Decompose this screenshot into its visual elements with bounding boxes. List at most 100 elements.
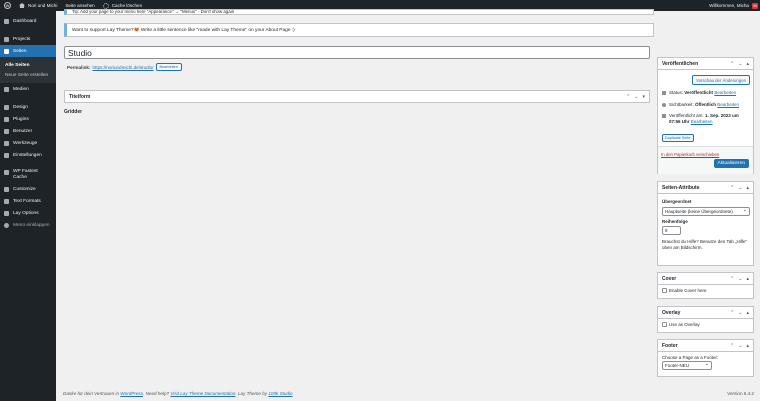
toggle-icon[interactable]: ▴ [746, 185, 749, 191]
duplicate-page-button[interactable]: Duplicate Seite [662, 134, 694, 142]
footer-box: Footer ⌃ ⌄ ▴ Choose a Page as a Footer: … [657, 339, 754, 377]
publish-header[interactable]: Veröffentlichen ⌃ ⌄ ▴ [658, 58, 753, 70]
menu-settings[interactable]: Einstellungen [0, 149, 56, 161]
menu-design[interactable]: Design [0, 101, 56, 113]
move-down-icon[interactable]: ⌄ [738, 61, 742, 67]
documentation-link[interactable]: Visit Lay Theme Documentation [170, 391, 235, 396]
status-label: Status: [669, 90, 684, 95]
move-up-icon[interactable]: ⌃ [730, 343, 734, 349]
menu-wp-fastest-cache[interactable]: WP Fastest Cache [0, 167, 56, 183]
titleform-box: Titelform ⌃ ⌄ ▾ [64, 90, 650, 103]
move-up-icon[interactable]: ⌃ [730, 61, 734, 67]
menu-label: Lay Options [13, 210, 39, 216]
menu-lay-options[interactable]: Lay Options [0, 207, 56, 219]
menu-label: Menü einklappen [13, 222, 50, 228]
menu-users[interactable]: Benutzer [0, 125, 56, 137]
pages-icon [4, 48, 9, 54]
footer-box-header[interactable]: Footer ⌃ ⌄ ▴ [658, 340, 753, 352]
permalink-label: Permalink: [67, 64, 91, 70]
page-attributes-body: Übergeordnet Hauptseite (keine Übergeord… [658, 194, 753, 255]
admin-footer-text: Danke für dein Vertrauen in WordPress. N… [63, 391, 293, 396]
menu-label: Design [13, 104, 28, 110]
edit-visibility-link[interactable]: Bearbeiten [717, 102, 739, 107]
parent-select[interactable]: Hauptseite (keine Übergeordnete) [662, 207, 750, 216]
page-attributes-heading: Seiten-Attribute [662, 184, 700, 191]
menu-customize[interactable]: Customize [0, 183, 56, 195]
toggle-icon[interactable]: ▴ [746, 310, 749, 316]
order-input[interactable]: 9 [662, 226, 681, 235]
permalink-link[interactable]: https://noriundmichi.de/studio/ [93, 65, 154, 70]
menu-dashboard[interactable]: Dashboard [0, 15, 56, 27]
site-name-menu[interactable]: Nori und Michi [15, 0, 61, 11]
title-input[interactable]: Studio [64, 46, 650, 59]
version-text: Version 6.4.2 [727, 391, 754, 396]
settings-icon [4, 152, 9, 158]
wordpress-link[interactable]: WordPress [120, 391, 143, 396]
pages-submenu: Alle Seiten Neue Seite erstellen [0, 57, 56, 83]
menu-pages[interactable]: Seiten [0, 45, 56, 57]
menu-media[interactable]: Medien [0, 83, 56, 95]
site-name: Nori und Michi [28, 3, 58, 8]
titleform-heading: Titelform [69, 93, 91, 100]
menu-text-formats[interactable]: Text Formats [0, 195, 56, 207]
move-up-icon[interactable]: ⌃ [626, 94, 630, 100]
gridder-label: Gridder [64, 109, 83, 115]
box-controls: ⌃ ⌄ ▴ [730, 276, 749, 282]
menu-label: Werkzeuge [13, 140, 38, 146]
enable-cover-checkbox[interactable] [662, 288, 667, 293]
toggle-icon[interactable]: ▴ [746, 343, 749, 349]
main-content: Tip: Add your page to your menu here "Ap… [56, 9, 760, 401]
wordpress-logo-menu[interactable]: W [0, 0, 15, 11]
enable-cover-option[interactable]: Enable Cover here [658, 285, 753, 296]
overlay-box: Overlay ⌃ ⌄ ▴ Use as Overlay [657, 306, 754, 333]
box-controls: ⌃ ⌄ ▴ [730, 185, 749, 191]
page-attributes-box: Seiten-Attribute ⌃ ⌄ ▴ Übergeordnet Haup… [657, 181, 754, 266]
toggle-icon[interactable]: ▴ [746, 61, 749, 67]
move-up-icon[interactable]: ⌃ [730, 276, 734, 282]
toggle-icon[interactable]: ▴ [746, 276, 749, 282]
menu-tools[interactable]: Werkzeuge [0, 137, 56, 149]
studio-link[interactable]: 100k Studio [268, 391, 292, 396]
footer-select[interactable]: Footer-NEU [662, 361, 712, 370]
status-value: Veröffentlicht [684, 90, 714, 95]
submenu-new-page[interactable]: Neue Seite erstellen [0, 70, 56, 80]
menu-label: Seiten [13, 48, 27, 54]
move-down-icon[interactable]: ⌄ [738, 343, 742, 349]
move-up-icon[interactable]: ⌃ [730, 310, 734, 316]
use-as-overlay-option[interactable]: Use as Overlay [658, 319, 753, 330]
page-attributes-header[interactable]: Seiten-Attribute ⌃ ⌄ ▴ [658, 182, 753, 194]
titleform-header[interactable]: Titelform ⌃ ⌄ ▾ [65, 91, 649, 102]
use-as-overlay-checkbox[interactable] [662, 322, 667, 327]
submenu-all-pages[interactable]: Alle Seiten [0, 60, 56, 70]
footer-help: . Need help? [143, 391, 170, 396]
move-down-icon[interactable]: ⌄ [634, 94, 638, 100]
menu-collapse[interactable]: Menü einklappen [0, 219, 56, 231]
account-menu[interactable]: Willkommen, Micha M [709, 2, 760, 9]
update-button[interactable]: Aktualisieren [713, 159, 749, 168]
move-down-icon[interactable]: ⌄ [738, 276, 742, 282]
dashboard-icon [4, 18, 9, 24]
visibility-value: Öffentlich [695, 102, 717, 107]
move-down-icon[interactable]: ⌄ [738, 310, 742, 316]
toggle-icon[interactable]: ▾ [642, 94, 645, 100]
user-icon [4, 128, 9, 134]
menu-projects[interactable]: Projects [0, 33, 56, 45]
edit-status-link[interactable]: Bearbeiten [714, 90, 736, 95]
wordpress-icon: W [4, 2, 11, 9]
publish-box: Veröffentlichen ⌃ ⌄ ▴ Vorschau der Änder… [657, 57, 754, 174]
cover-header[interactable]: Cover ⌃ ⌄ ▴ [658, 273, 753, 285]
edit-date-link[interactable]: Bearbeiten [691, 119, 713, 124]
help-text: Brauchst du Hilfe? Benutze den Tab „Hilf… [662, 239, 747, 250]
edit-permalink-button[interactable]: Bearbeiten [155, 63, 182, 71]
overlay-header[interactable]: Overlay ⌃ ⌄ ▴ [658, 307, 753, 319]
move-up-icon[interactable]: ⌃ [730, 185, 734, 191]
move-to-trash-link[interactable]: In den Papierkorb verschieben [661, 152, 719, 157]
eye-icon [662, 102, 666, 107]
menu-plugins[interactable]: Plugins [0, 113, 56, 125]
avatar: M [752, 2, 758, 9]
footer-box-heading: Footer [662, 342, 678, 349]
move-down-icon[interactable]: ⌄ [738, 185, 742, 191]
order-label: Reihenfolge [662, 219, 688, 224]
brush-icon [4, 104, 9, 110]
preview-changes-button[interactable]: Vorschau der Änderungen [692, 75, 750, 85]
